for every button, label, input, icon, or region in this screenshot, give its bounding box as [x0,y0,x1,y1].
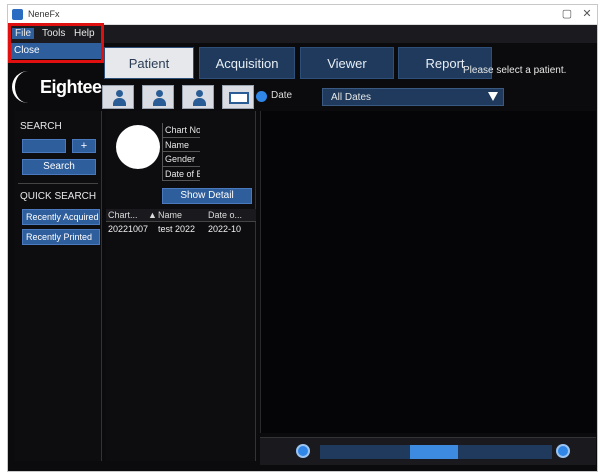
cell-chart: 20221007 [108,224,149,234]
quick-search-title: QUICK SEARCH [20,191,97,202]
sort-ascending-icon: ▲ [148,210,156,220]
recently-acquired-button[interactable]: Recently Acquired [22,209,100,225]
patient-info-icon [191,90,207,106]
window-title: NeneFx [28,9,60,19]
avatar [116,125,160,169]
chevron-down-icon [488,92,498,101]
close-icon[interactable]: ✕ [580,7,594,20]
title-bar: NeneFx ▢ ✕ [8,5,597,25]
minimize-icon[interactable]: ▢ [560,7,574,20]
date-range-select[interactable]: All Dates [322,88,504,106]
tab-acquisition[interactable]: Acquisition [199,47,295,79]
scroll-right-icon[interactable] [556,444,570,458]
logo-text: Eightee [40,77,102,97]
edit-patient-button[interactable] [142,85,174,109]
status-message: Please select a patient. [463,65,567,76]
logo-mark-icon [12,71,30,103]
annotation-highlight-box [8,23,104,63]
recently-printed-button[interactable]: Recently Printed [22,229,100,245]
app-window: NeneFx ▢ ✕ File Tools Help Close Eightee… [7,4,598,472]
search-panel: SEARCH + Search QUICK SEARCH Recently Ac… [14,111,102,461]
name-label: Name [162,137,200,152]
id-card-button[interactable] [222,85,254,109]
column-header-date[interactable]: Date o... [208,210,254,220]
column-header-chart[interactable]: Chart... [108,210,148,220]
cell-name: test 2022 [158,224,196,234]
add-criteria-button[interactable]: + [72,139,96,153]
cell-date: 2022-10 [208,224,242,234]
edit-patient-icon [151,90,167,106]
id-card-icon [229,92,249,104]
patient-panel: Chart No. Name Gender Date of Birth Show… [106,111,256,461]
date-range-value: All Dates [331,92,372,103]
chart-no-label: Chart No. [162,123,200,138]
patient-info-grid: Chart No. Name Gender Date of Birth [162,123,254,181]
show-detail-button[interactable]: Show Detail [162,188,252,204]
patient-list-header: Chart... ▲ Name Date o... [106,209,256,222]
patient-info-button[interactable] [182,85,214,109]
date-radio[interactable] [256,91,267,102]
brand-logo: Eightee [12,65,108,105]
search-input[interactable] [22,139,66,153]
date-of-birth-label: Date of Birth [162,166,200,181]
image-viewer-area [260,111,596,433]
table-row[interactable]: 20221007 test 2022 2022-10 [106,223,256,236]
thumbnail-scroll-area [260,437,596,465]
tab-patient[interactable]: Patient [104,47,194,79]
scroll-track[interactable] [320,445,552,459]
scroll-left-icon[interactable] [296,444,310,458]
search-button[interactable]: Search [22,159,96,175]
scroll-thumb[interactable] [410,445,458,459]
date-label: Date [271,90,293,101]
column-header-name[interactable]: Name [158,210,204,220]
app-icon [12,9,23,20]
add-patient-button[interactable] [102,85,134,109]
search-title: SEARCH [20,121,62,132]
add-patient-icon [111,90,127,106]
gender-label: Gender [162,152,200,167]
divider [18,183,98,184]
tab-viewer[interactable]: Viewer [300,47,394,79]
